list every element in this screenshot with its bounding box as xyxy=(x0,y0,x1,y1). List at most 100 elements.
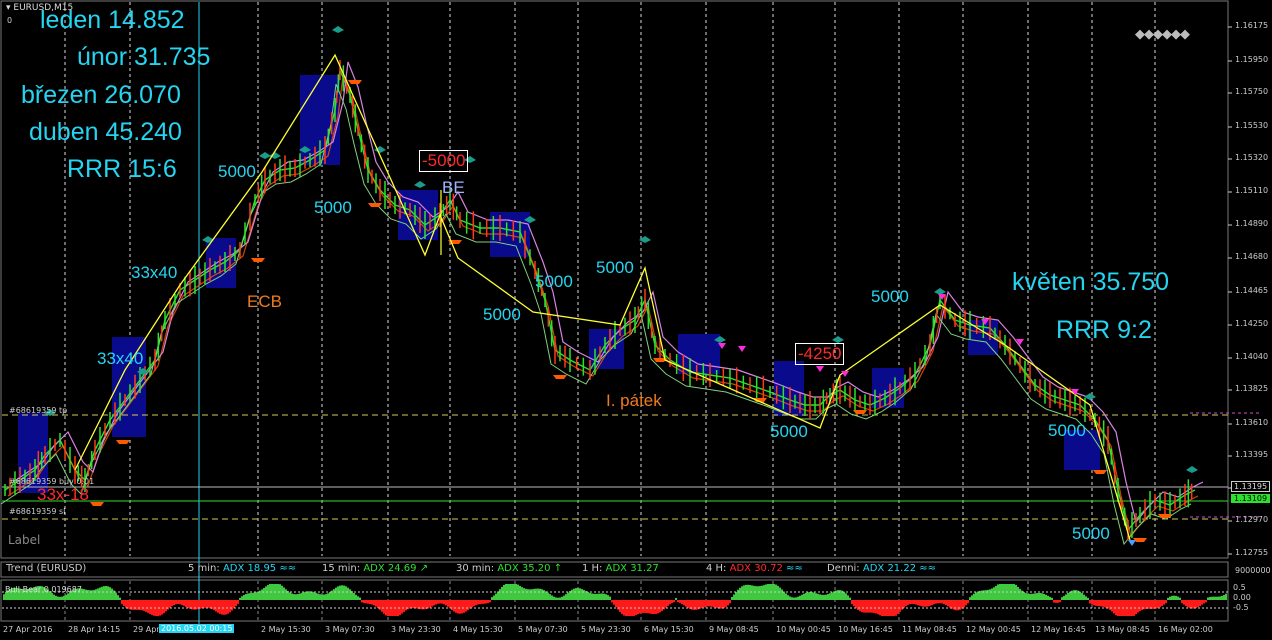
price-tick-label: 1.12755 xyxy=(1235,548,1269,557)
bull-bear-bar xyxy=(933,600,935,605)
bull-bear-bar xyxy=(589,592,591,600)
bull-bear-bar xyxy=(653,600,655,615)
bull-bear-bar xyxy=(947,600,949,607)
bull-bear-bar xyxy=(799,595,801,600)
time-tick-label: 10 May 16:45 xyxy=(838,625,893,634)
bull-bear-bar xyxy=(187,600,189,608)
bull-bear-bar xyxy=(377,600,379,609)
signal-marker xyxy=(251,258,265,262)
bull-bear-bar xyxy=(905,600,907,607)
label-33x40: 33x40 xyxy=(97,349,144,368)
time-tick-label: 6 May 15:30 xyxy=(644,625,694,634)
bull-bear-bar xyxy=(1031,593,1033,600)
bull-bear-bar xyxy=(497,591,499,600)
bull-bear-bar xyxy=(1079,591,1081,600)
bull-bear-bar xyxy=(921,600,923,607)
bull-bear-bar xyxy=(831,592,833,600)
bull-bear-bar xyxy=(1039,593,1041,600)
bull-bear-bar xyxy=(679,600,681,603)
bull-bear-bar xyxy=(251,592,253,600)
bull-bear-bar xyxy=(603,593,605,600)
bull-bear-bar xyxy=(861,600,863,613)
bull-bear-bar xyxy=(111,588,113,600)
bull-bear-bar xyxy=(865,600,867,613)
signal-marker xyxy=(348,80,362,84)
bull-bear-bar xyxy=(57,596,59,600)
bull-bear-bar xyxy=(401,600,403,614)
bull-bear-bar xyxy=(969,597,971,600)
bull-bear-scale: 0.5 0.00 -0.5 xyxy=(1233,583,1251,612)
bull-bear-bar xyxy=(943,600,945,605)
bull-bear-bar xyxy=(607,595,609,600)
bull-bear-bar xyxy=(651,600,653,614)
bull-bear-bar xyxy=(495,593,497,600)
bull-bear-bar xyxy=(911,600,913,604)
bull-bear-bar xyxy=(557,597,559,600)
bull-bear-bar xyxy=(1019,588,1021,600)
bull-bear-bar xyxy=(349,589,351,600)
bull-bear-bar xyxy=(53,594,55,600)
bull-bear-bar xyxy=(119,597,121,600)
bull-bear-bar xyxy=(555,597,557,600)
bull-bear-bar xyxy=(525,588,527,600)
zigzag-line xyxy=(74,53,1131,541)
bull-bear-bar xyxy=(247,593,249,600)
bull-bear-bar xyxy=(843,591,845,600)
bull-bear-bar xyxy=(171,600,173,607)
bull-bear-bar xyxy=(189,600,191,609)
bull-bear-bar xyxy=(1065,594,1067,600)
bull-bear-bar xyxy=(561,596,563,600)
signal-marker xyxy=(553,375,567,379)
bull-bear-bar xyxy=(871,600,873,613)
bull-bear-bar xyxy=(919,600,921,606)
bull-bear-bar xyxy=(519,585,521,600)
label-5000: 5000 xyxy=(1072,524,1110,543)
bull-bear-bar xyxy=(367,600,369,604)
bull-bear-bar xyxy=(357,596,359,600)
bull-bear-bar xyxy=(575,588,577,600)
bull-bear-bar xyxy=(291,593,293,600)
bull-bear-bar xyxy=(175,600,177,605)
bull-bear-bar xyxy=(327,593,329,600)
bull-bear-bar xyxy=(161,600,163,615)
bull-bear-bar xyxy=(203,600,205,608)
label-5000: 5000 xyxy=(871,287,909,306)
bull-bear-bar xyxy=(1209,596,1211,600)
bull-bear-bar xyxy=(363,600,365,603)
bull-bear-bar xyxy=(55,595,57,600)
bull-bear-bar xyxy=(369,600,371,605)
bull-bear-bar xyxy=(681,600,683,604)
bull-bear-bar xyxy=(1217,596,1219,600)
bull-bear-bar xyxy=(297,594,299,600)
bull-bear-bar xyxy=(321,594,323,600)
bull-bear-bar xyxy=(873,600,875,613)
label-5000: 5000 xyxy=(218,162,256,181)
bull-bear-bar xyxy=(1221,595,1223,600)
stat-may-rrr: RRR 9:2 xyxy=(1056,316,1152,344)
time-tick-label: 5 May 07:30 xyxy=(518,625,568,634)
bull-bear-bar xyxy=(587,592,589,600)
bull-bear-bar xyxy=(411,600,413,609)
bull-bear-bar xyxy=(1093,600,1095,606)
bull-bear-bar xyxy=(1035,593,1037,600)
bull-bear-bar xyxy=(965,600,967,606)
bull-bear-bar xyxy=(319,594,321,600)
bull-bear-bar xyxy=(61,596,63,600)
bull-bear-bar xyxy=(1177,596,1179,600)
bull-bear-bar xyxy=(863,600,865,613)
bull-bear-bar xyxy=(123,600,125,606)
bull-bear-bar xyxy=(777,585,779,600)
bull-bear-bar xyxy=(295,594,297,600)
trend-15min: 15 min: ADX 24.69 ↗ xyxy=(322,563,429,574)
bull-bear-bar xyxy=(967,600,969,604)
bull-bear-bar xyxy=(975,592,977,600)
bull-bear-bar xyxy=(613,600,615,605)
bull-bear-bar xyxy=(365,600,367,604)
bull-bear-bar xyxy=(311,591,313,600)
bull-bear-bar xyxy=(755,586,757,600)
bull-bear-bar xyxy=(923,600,925,607)
bull-bear-bar xyxy=(459,600,461,614)
bull-bear-bar xyxy=(299,593,301,600)
bull-bear-bar xyxy=(665,600,667,608)
dropdown-icon[interactable]: ▾ xyxy=(6,3,11,13)
